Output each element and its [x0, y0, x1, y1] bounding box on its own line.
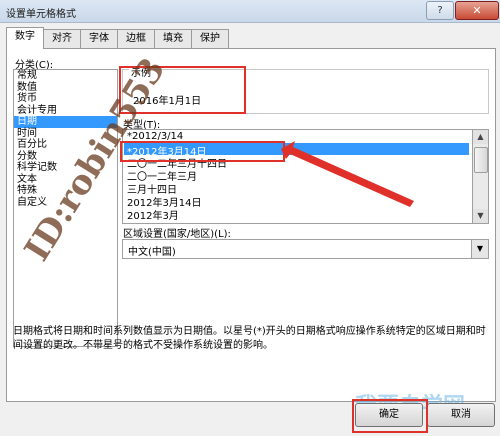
category-item[interactable]: 常规	[14, 70, 117, 82]
tab-border[interactable]: 边框	[117, 29, 155, 48]
type-item[interactable]: 2012年3月	[127, 207, 179, 222]
help-button[interactable]: ?	[426, 1, 454, 20]
tab-fill[interactable]: 填充	[154, 29, 192, 48]
scroll-up-icon[interactable]: ▲	[473, 130, 488, 144]
window-title: 设置单元格格式	[6, 9, 76, 20]
type-highlight-box	[120, 141, 285, 162]
title-bar: 设置单元格格式 ? ✕	[0, 0, 500, 23]
region-value: 中文(中国)	[128, 247, 176, 258]
type-list-scrollbar[interactable]: ▲ ▼	[472, 129, 489, 224]
format-description: 日期格式将日期和时间系列数值显示为日期值。以星号(*)开头的日期格式响应操作系统…	[13, 326, 486, 351]
cancel-button[interactable]: 取消	[427, 403, 495, 427]
tab-font[interactable]: 字体	[80, 29, 118, 48]
scroll-thumb[interactable]	[474, 147, 488, 173]
tab-number[interactable]: 数字	[6, 27, 44, 49]
category-item[interactable]: 数值	[14, 82, 117, 94]
region-label: 区域设置(国家/地区)(L):	[123, 229, 231, 240]
scroll-down-icon[interactable]: ▼	[473, 209, 488, 223]
close-button[interactable]: ✕	[455, 1, 499, 20]
category-item[interactable]: 货币	[14, 93, 117, 105]
tab-alignment[interactable]: 对齐	[43, 29, 81, 48]
region-select[interactable]: 中文(中国) ▼	[122, 239, 489, 259]
number-tab-panel: 分类(C): 常规 数值 货币 会计专用 日期 时间 百分比 分数 科学记数 文…	[6, 48, 496, 402]
annotation-arrow-icon	[281, 141, 414, 207]
chevron-down-icon[interactable]: ▼	[471, 240, 488, 258]
tab-protection[interactable]: 保护	[191, 29, 229, 48]
ok-highlight-box	[352, 399, 428, 433]
